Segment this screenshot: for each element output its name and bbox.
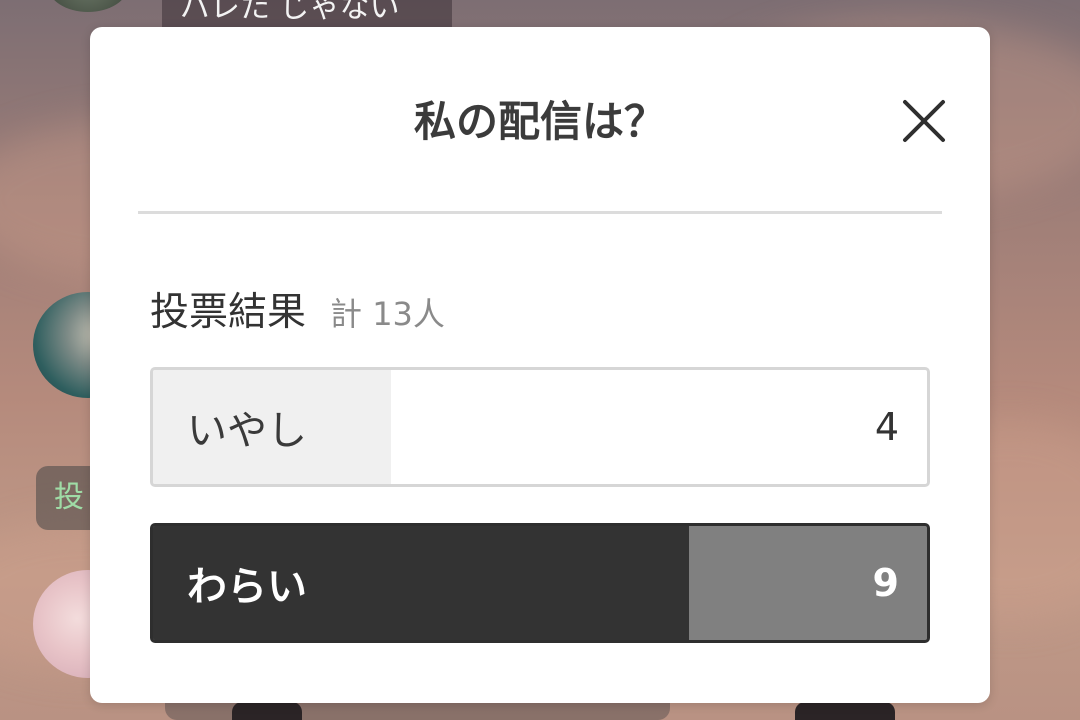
dialog-title: 私の配信は？ <box>413 97 666 146</box>
close-button[interactable] <box>896 93 952 149</box>
background-silhouette <box>795 702 895 720</box>
poll-option[interactable]: いやし 4 <box>150 367 930 487</box>
background-silhouette <box>232 702 302 720</box>
result-label: 投票結果 <box>150 290 307 335</box>
poll-option-selected[interactable]: わらい 9 <box>150 523 930 643</box>
poll-result-dialog: 私の配信は？ 投票結果 計 13人 いやし 4 わらい 9 <box>90 27 990 703</box>
chat-avatar[interactable] <box>48 0 128 12</box>
vote-total: 計 13人 <box>330 295 445 333</box>
result-heading: 投票結果 計 13人 <box>150 281 445 335</box>
option-label: いやし <box>187 408 307 454</box>
divider <box>138 211 942 214</box>
option-label: わらい <box>187 564 307 610</box>
option-vote-count: 9 <box>872 561 899 605</box>
option-vote-count: 4 <box>874 405 899 449</box>
chat-message: バレた じゃない <box>162 0 452 28</box>
stream-background: バレた じゃない 投 私の配信は？ 投票結果 計 13人 いやし 4 わらい 9 <box>0 0 1080 720</box>
close-icon <box>903 100 945 142</box>
